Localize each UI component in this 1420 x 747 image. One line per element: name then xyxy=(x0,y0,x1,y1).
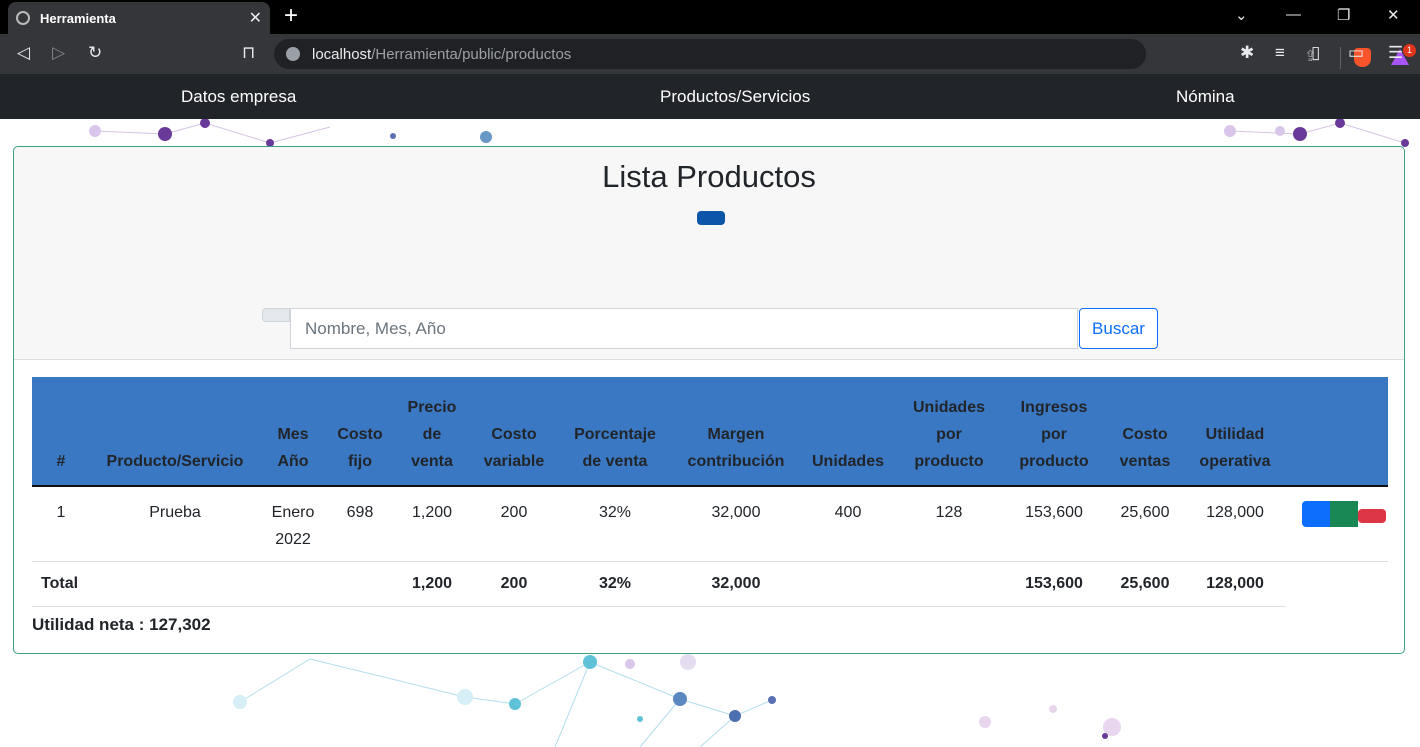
new-tab-icon[interactable]: + xyxy=(284,3,298,29)
col-header: Unidades xyxy=(800,377,896,487)
total-porcentaje: 32% xyxy=(598,575,632,592)
extensions-icon[interactable]: ✱ xyxy=(1240,43,1254,63)
total-precio-venta: 1,200 xyxy=(411,575,453,592)
nav-productos-servicios[interactable]: Productos/Servicios xyxy=(660,87,810,107)
row-actions xyxy=(1292,499,1386,527)
col-header: Utilidad operativa xyxy=(1184,377,1286,487)
card-header: Lista Productos Buscar xyxy=(14,147,1404,360)
search-button[interactable]: Buscar xyxy=(1079,308,1158,349)
cell-unidades: 400 xyxy=(800,486,896,562)
media-control-icon[interactable]: ≡ xyxy=(1275,43,1285,63)
total-costo-ventas: 25,600 xyxy=(1120,575,1170,592)
toolbar-separator xyxy=(1340,47,1341,69)
add-product-button[interactable] xyxy=(697,211,725,225)
col-header: Mes Año xyxy=(260,377,326,487)
cell-costo-fijo: 698 xyxy=(326,486,394,562)
browser-tab-strip: Herramienta ✕ + ⌄ — ❐ ✕ xyxy=(0,0,1420,34)
total-row: Total 1,200 200 32% 32,000 153,600 25,60… xyxy=(32,561,1388,607)
col-header: Costo variable xyxy=(470,377,558,487)
address-bar[interactable]: localhost/Herramienta/public/productos ⇪… xyxy=(274,39,1416,69)
col-header: Precio de venta xyxy=(394,377,470,487)
minimize-icon[interactable]: — xyxy=(1286,6,1301,23)
col-header: Porcentaje de venta xyxy=(558,377,672,487)
cell-unidades-producto: 128 xyxy=(896,486,1002,562)
total-empty xyxy=(896,562,1002,607)
cell-actions xyxy=(1286,486,1388,562)
tab-search-icon[interactable]: ⌄ xyxy=(1235,6,1248,24)
globe-icon xyxy=(16,11,30,25)
forward-icon[interactable]: ▷ xyxy=(52,43,65,63)
total-label: Total xyxy=(41,575,79,592)
table-header-row: # Producto/Servicio Mes Año Costo fijo P… xyxy=(32,377,1388,487)
col-header: Producto/Servicio xyxy=(90,377,260,487)
cell-utilidad: 128,000 xyxy=(1184,486,1286,562)
nav-nomina[interactable]: Nómina xyxy=(1176,87,1235,107)
col-header: Unidades por producto xyxy=(896,377,1002,487)
cell-costo-variable: 200 xyxy=(470,486,558,562)
edit-button[interactable] xyxy=(1302,501,1332,527)
products-table: # Producto/Servicio Mes Año Costo fijo P… xyxy=(32,377,1388,607)
tab-title: Herramienta xyxy=(40,10,116,26)
total-ingresos: 153,600 xyxy=(1025,575,1083,592)
total-costo-variable: 200 xyxy=(500,575,528,592)
page-title: Lista Productos xyxy=(602,159,816,194)
cell-num: 1 xyxy=(32,486,90,562)
total-empty xyxy=(260,562,326,607)
browser-toolbar: ◁ ▷ ↻ ⊓ localhost/Herramienta/public/pro… xyxy=(0,34,1420,74)
col-header-actions xyxy=(1286,377,1388,487)
bookmark-icon[interactable]: ⊓ xyxy=(242,43,255,63)
cell-mes-anio: Enero 2022 xyxy=(260,486,326,562)
rewards-badge: 1 xyxy=(1403,44,1416,57)
cell-costo-ventas: 25,600 xyxy=(1106,486,1184,562)
cell-producto: Prueba xyxy=(90,486,260,562)
cell-precio-venta: 1,200 xyxy=(394,486,470,562)
nav-datos-empresa[interactable]: Datos empresa xyxy=(181,87,296,107)
col-header: Costo ventas xyxy=(1106,377,1184,487)
total-empty xyxy=(326,562,394,607)
col-header: Costo fijo xyxy=(326,377,394,487)
total-utilidad: 128,000 xyxy=(1206,575,1264,592)
total-empty xyxy=(800,562,896,607)
window-close-icon[interactable]: ✕ xyxy=(1387,6,1400,24)
col-header: Ingresos por producto xyxy=(1002,377,1106,487)
col-header: # xyxy=(32,377,90,487)
view-button[interactable] xyxy=(1330,501,1358,527)
cell-margen: 32,000 xyxy=(672,486,800,562)
search-input[interactable] xyxy=(290,308,1078,349)
cell-porcentaje: 32% xyxy=(558,486,672,562)
browser-tab[interactable]: Herramienta ✕ xyxy=(8,2,270,34)
url-path: /Herramienta/public/productos xyxy=(371,45,572,63)
menu-icon[interactable]: ☰ xyxy=(1388,43,1403,63)
total-margen: 32,000 xyxy=(711,575,761,592)
search-prefix-button[interactable] xyxy=(262,308,290,322)
delete-button[interactable] xyxy=(1358,509,1386,523)
app-navbar: Datos empresa Productos/Servicios Nómina xyxy=(0,74,1420,119)
site-info-icon[interactable] xyxy=(286,47,300,61)
sidebar-icon[interactable]: ▯ xyxy=(1311,43,1320,63)
cell-ingresos: 153,600 xyxy=(1002,486,1106,562)
url-host: localhost xyxy=(312,45,372,63)
wallet-icon[interactable]: ▭ xyxy=(1348,43,1364,63)
net-profit: Utilidad neta : 127,302 xyxy=(32,615,211,634)
reload-icon[interactable]: ↻ xyxy=(88,43,102,63)
close-tab-icon[interactable]: ✕ xyxy=(249,8,262,28)
restore-icon[interactable]: ❐ xyxy=(1337,6,1350,24)
total-empty xyxy=(1286,561,1388,607)
back-icon[interactable]: ◁ xyxy=(17,43,30,63)
products-card: Lista Productos Buscar # Producto/Servic… xyxy=(13,146,1405,654)
table-row: 1 Prueba Enero 2022 698 1,200 200 32% 32… xyxy=(32,486,1388,562)
col-header: Margen contribución xyxy=(672,377,800,487)
